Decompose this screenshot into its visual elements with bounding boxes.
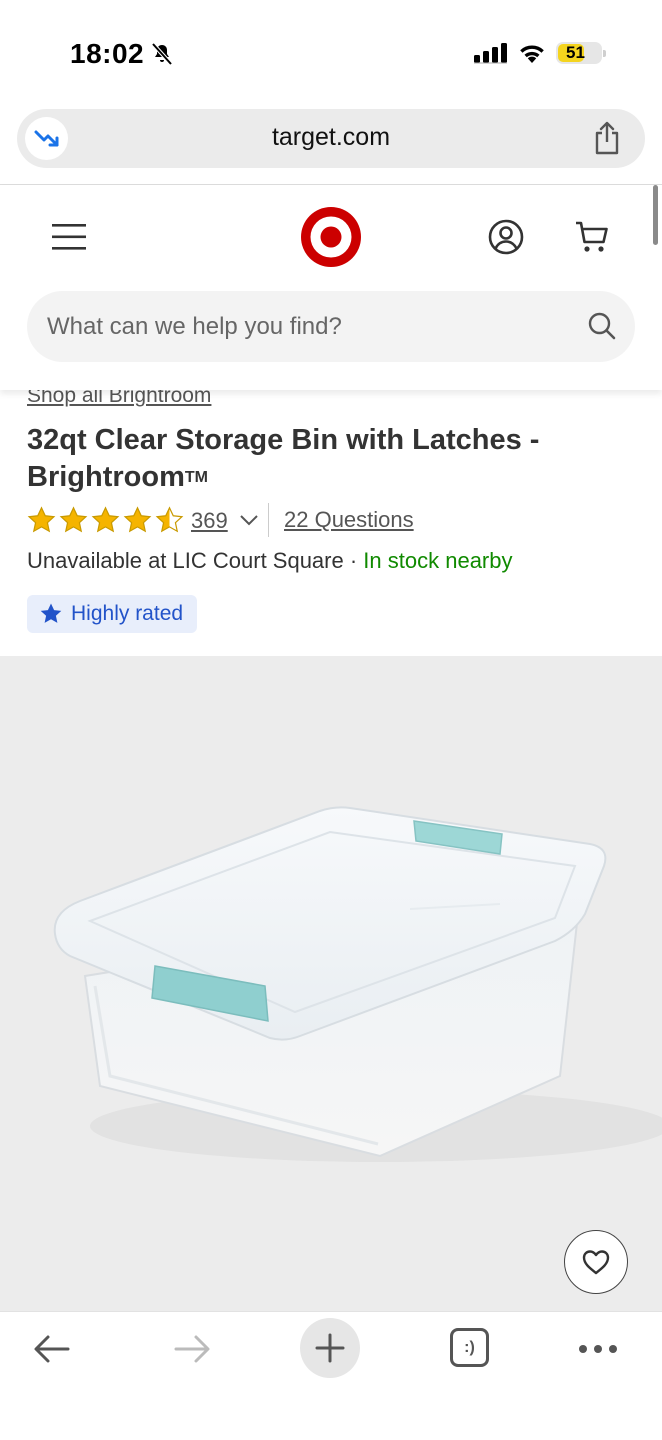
- share-icon[interactable]: [593, 121, 621, 155]
- site-header: What can we help you find?: [0, 185, 662, 390]
- battery-level: 51: [566, 43, 585, 62]
- target-logo[interactable]: [300, 206, 362, 268]
- search-input[interactable]: What can we help you find?: [27, 291, 635, 362]
- star-full-icon: [123, 506, 152, 533]
- product-title: 32qt Clear Storage Bin with Latches - Br…: [27, 422, 627, 496]
- forward-arrow-icon[interactable]: [172, 1332, 212, 1366]
- plus-icon: [315, 1333, 345, 1363]
- star-full-icon: [59, 506, 88, 533]
- url-bar[interactable]: target.com: [17, 109, 645, 168]
- favorite-button[interactable]: [564, 1230, 628, 1294]
- product-image[interactable]: [0, 656, 662, 1311]
- star-half-icon: [155, 506, 184, 533]
- scrollbar[interactable]: [653, 185, 658, 245]
- more-icon[interactable]: [578, 1344, 618, 1354]
- availability-text: Unavailable at LIC Court Square · In sto…: [27, 548, 512, 574]
- divider: [268, 503, 269, 537]
- search-icon[interactable]: [587, 311, 617, 341]
- chevron-down-icon[interactable]: [239, 513, 259, 527]
- browser-toolbar: :): [0, 1311, 662, 1440]
- wifi-icon: [520, 45, 544, 63]
- tabs-button[interactable]: :): [450, 1328, 489, 1367]
- new-tab-button[interactable]: [300, 1318, 360, 1378]
- status-time: 18:02: [70, 38, 145, 69]
- in-stock-status[interactable]: In stock nearby: [363, 548, 512, 573]
- url-text[interactable]: target.com: [17, 123, 645, 152]
- badge-label: Highly rated: [71, 602, 184, 625]
- battery-icon: 51: [556, 42, 606, 64]
- star-rating[interactable]: [27, 506, 187, 535]
- search-placeholder[interactable]: What can we help you find?: [47, 313, 342, 341]
- star-icon: [40, 603, 62, 623]
- account-icon[interactable]: [488, 219, 524, 255]
- product-title-text: 32qt Clear Storage Bin with Latches - Br…: [27, 424, 540, 493]
- availability-separator: ·: [343, 548, 364, 573]
- storage-bin-image: [53, 806, 662, 1162]
- trademark: TM: [184, 469, 208, 486]
- star-full-icon: [91, 506, 120, 533]
- cellular-signal-icon: [474, 43, 507, 64]
- cart-icon[interactable]: [574, 219, 610, 255]
- bell-slash-icon: [151, 42, 173, 66]
- hamburger-menu-icon[interactable]: [52, 223, 88, 251]
- highly-rated-badge: Highly rated: [27, 595, 198, 633]
- review-count-link[interactable]: 369: [191, 508, 228, 534]
- heart-icon: [582, 1250, 610, 1275]
- availability-store: Unavailable at LIC Court Square: [27, 548, 344, 573]
- rating-row: 369 22 Questions: [27, 503, 647, 537]
- questions-link[interactable]: 22 Questions: [284, 507, 414, 533]
- back-arrow-icon[interactable]: [32, 1332, 72, 1366]
- star-full-icon: [27, 506, 56, 533]
- status-bar: 18:02 51: [0, 0, 662, 100]
